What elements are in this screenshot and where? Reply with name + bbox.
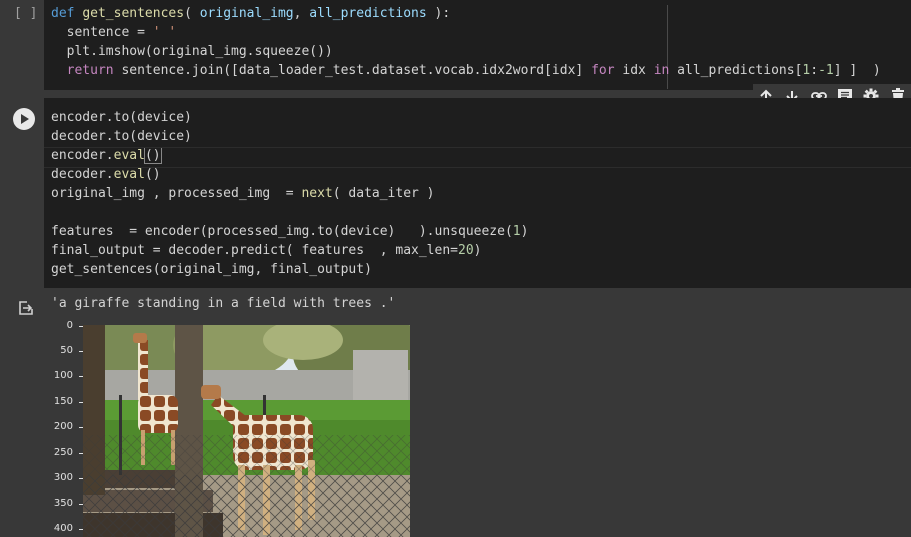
y-tick-label: 400 (53, 523, 73, 534)
image-plot: 0 50 100 150 200 250 300 350 400 (44, 320, 424, 537)
code-line: def get_sentences( original_img, all_pre… (51, 6, 451, 21)
code-line: return sentence.join([data_loader_test.d… (51, 63, 881, 78)
y-tick-label: 100 (53, 370, 73, 381)
execution-count: [ ] (14, 6, 38, 21)
active-line-highlight (44, 147, 911, 168)
code-line: original_img , processed_img = next( dat… (51, 186, 435, 201)
code-line: final_output = decoder.predict( features… (51, 243, 482, 258)
run-cell-button[interactable] (13, 108, 35, 130)
y-tick-label: 350 (53, 498, 73, 509)
y-tick-label: 300 (53, 472, 73, 483)
code-editor[interactable]: def get_sentences( original_img, all_pre… (44, 0, 911, 90)
code-editor[interactable]: encoder.to(device) decoder.to(device) en… (44, 98, 911, 288)
cell-output: 'a giraffe standing in a field with tree… (0, 290, 911, 537)
code-line: plt.imshow(original_img.squeeze()) (51, 44, 333, 59)
y-tick-label: 200 (53, 421, 73, 432)
cell-gutter: [ ] (0, 0, 44, 90)
output-text: 'a giraffe standing in a field with tree… (51, 296, 396, 311)
code-line: sentence = ' ' (51, 25, 177, 40)
y-tick-label: 0 (66, 320, 73, 331)
cell-gutter (0, 98, 44, 288)
y-tick-label: 150 (53, 396, 73, 407)
output-redirect-icon[interactable] (18, 300, 34, 320)
code-cell-1[interactable]: [ ] def get_sentences( original_img, all… (0, 0, 911, 90)
code-cell-2[interactable]: encoder.to(device) decoder.to(device) en… (0, 98, 911, 288)
code-line: features = encoder(processed_img.to(devi… (51, 224, 529, 239)
y-tick-label: 250 (53, 447, 73, 458)
code-line: decoder.to(device) (51, 129, 192, 144)
giraffe-photo (83, 325, 410, 537)
y-tick-label: 50 (60, 345, 73, 356)
code-line: get_sentences(original_img, final_output… (51, 262, 372, 277)
code-line: encoder.to(device) (51, 110, 192, 125)
